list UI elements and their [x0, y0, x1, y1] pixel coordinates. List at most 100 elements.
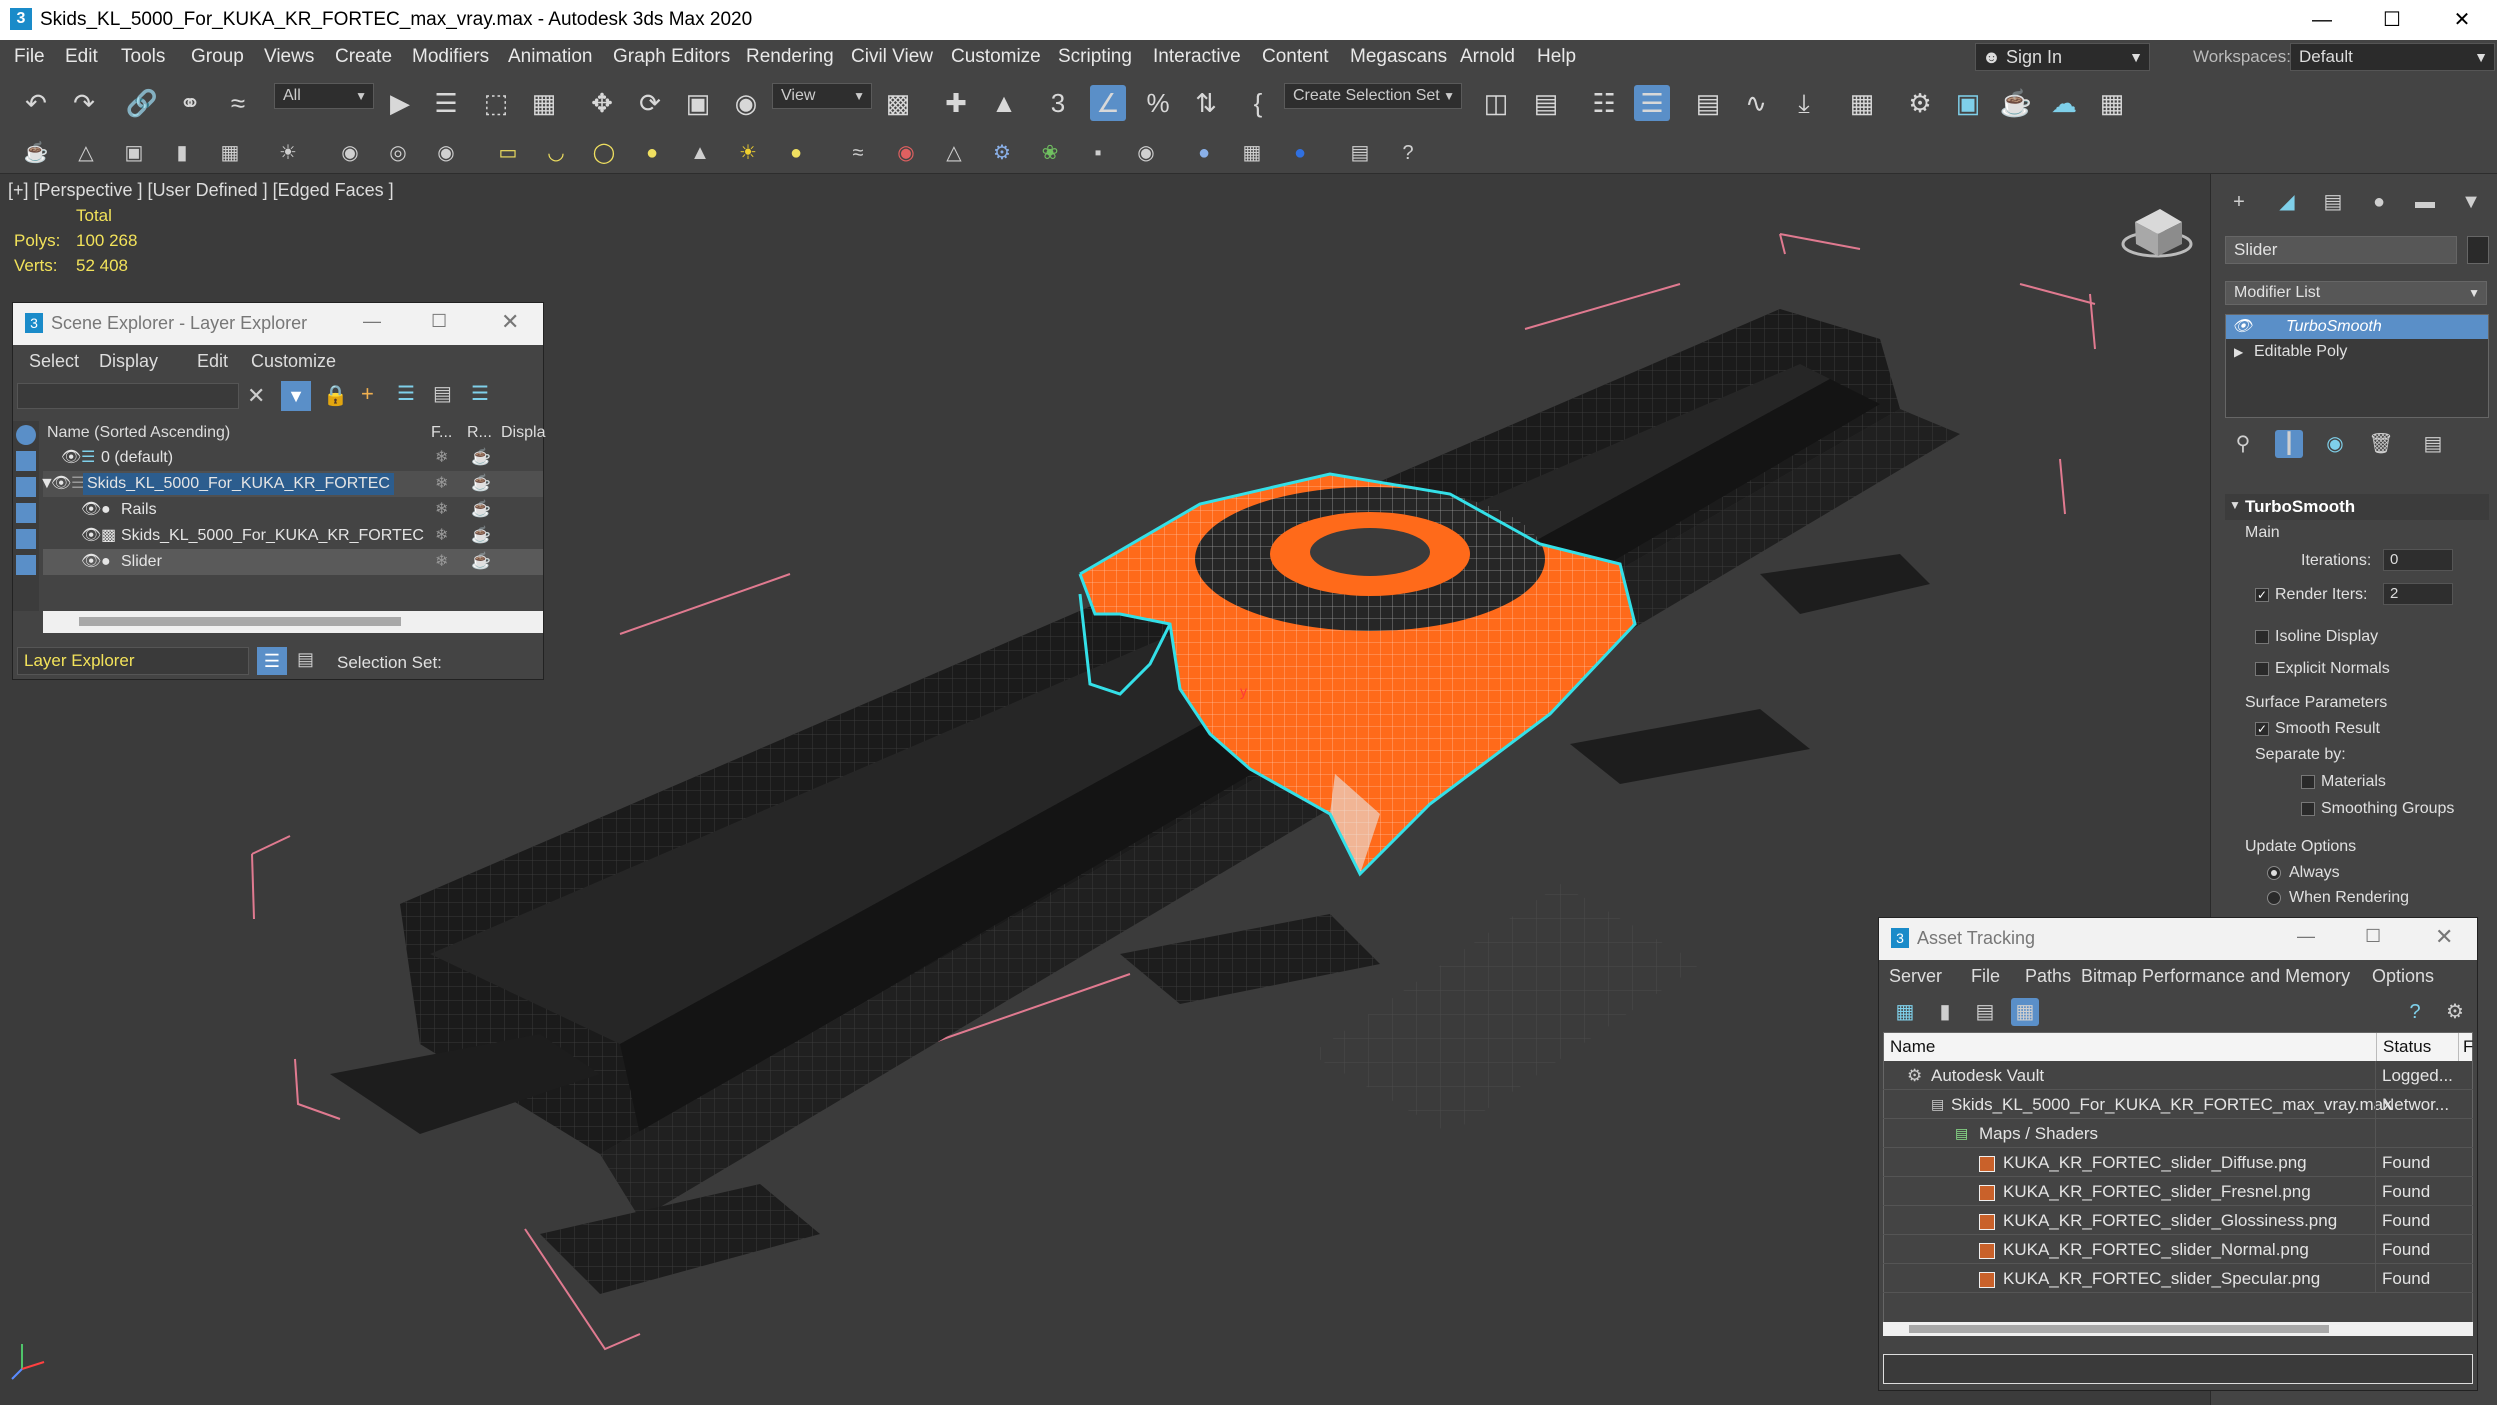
plane-icon[interactable]: △: [72, 139, 100, 167]
eye-icon[interactable]: 👁: [81, 497, 101, 523]
view-cube[interactable]: [2121, 209, 2193, 258]
proxy-icon[interactable]: ◉: [892, 139, 920, 167]
menu-modifiers[interactable]: Modifiers: [412, 46, 489, 68]
ambient-light-icon[interactable]: ●: [782, 139, 810, 167]
render-iters-checkbox[interactable]: ✓: [2255, 588, 2269, 602]
render-teapot-icon[interactable]: ☕: [471, 471, 491, 497]
materials-checkbox[interactable]: [2301, 775, 2315, 789]
freeze-icon[interactable]: ❄: [435, 549, 448, 575]
pin-stack-icon[interactable]: ⚲: [2229, 430, 2257, 458]
show-end-result-icon[interactable]: ┃: [2275, 430, 2303, 458]
create-tab-icon[interactable]: +: [2225, 188, 2253, 216]
modifier-list-dropdown[interactable]: Modifier List ▼: [2225, 281, 2487, 305]
menu-graph-editors[interactable]: Graph Editors: [613, 46, 730, 68]
cylinder-icon[interactable]: ▮: [168, 139, 196, 167]
layer-stack-icon[interactable]: ☰: [257, 647, 287, 675]
column-name[interactable]: Name: [1890, 1033, 1935, 1061]
dome-icon[interactable]: ◡: [542, 139, 570, 167]
camera-icon[interactable]: ◉: [336, 139, 364, 167]
asset-menu-file[interactable]: File: [1971, 966, 2000, 987]
display-shapes-icon[interactable]: [16, 451, 36, 471]
undo-icon[interactable]: ↶: [18, 85, 54, 121]
refresh-icon[interactable]: ▦: [1891, 998, 1919, 1026]
menu-content[interactable]: Content: [1262, 46, 1329, 68]
render-gallery-icon[interactable]: ▦: [2094, 85, 2130, 121]
unlink-icon[interactable]: ⚭: [172, 85, 208, 121]
display-helpers-icon[interactable]: [16, 529, 36, 549]
object-row-slider[interactable]: 👁 ● Slider ❄ ☕: [43, 549, 543, 575]
menu-scripting[interactable]: Scripting: [1058, 46, 1132, 68]
render-teapot-icon[interactable]: ☕: [471, 549, 491, 575]
helper-icon[interactable]: ◎: [384, 139, 412, 167]
eye-icon[interactable]: 👁: [81, 523, 101, 549]
layer-row-skids[interactable]: ▼ 👁 ☰ Skids_KL_5000_For_KUKA_KR_FORTEC ❄…: [39, 471, 543, 497]
percent-snap-icon[interactable]: %: [1140, 85, 1176, 121]
display-geometry-icon[interactable]: [16, 425, 36, 445]
stack-item-editable-poly[interactable]: ▶ Editable Poly: [2226, 340, 2488, 364]
column-freeze[interactable]: F...: [431, 424, 452, 442]
fur-icon[interactable]: ≈: [844, 139, 872, 167]
eye-icon[interactable]: 👁: [2232, 315, 2252, 339]
selection-set-dropdown[interactable]: Create Selection Set ▼: [1284, 83, 1462, 109]
object-row-skids[interactable]: 👁 ▩ Skids_KL_5000_For_KUKA_KR_FORTEC ❄ ☕: [43, 523, 543, 549]
asset-row-map[interactable]: KUKA_KR_FORTEC_slider_Diffuse.png Found: [1883, 1148, 2473, 1177]
window-crossing-icon[interactable]: ▦: [526, 85, 562, 121]
angle-snap-icon[interactable]: ∠: [1090, 85, 1126, 121]
teapot-icon[interactable]: ☕: [22, 139, 50, 167]
scrollbar-thumb[interactable]: [1909, 1325, 2329, 1333]
selection-filter-dropdown[interactable]: All ▼: [274, 83, 374, 109]
clipper-icon[interactable]: ❀: [1036, 139, 1064, 167]
workspace-dropdown[interactable]: Default ▼: [2290, 43, 2495, 71]
menu-tools[interactable]: Tools: [121, 46, 165, 68]
freeze-icon[interactable]: ❄: [435, 471, 448, 497]
maximize-button[interactable]: ☐: [2365, 926, 2381, 947]
frame-buffer-icon[interactable]: ●: [1286, 139, 1314, 167]
layer-row-default[interactable]: 👁 ☰ 0 (default) ❄ ☕: [43, 445, 543, 471]
asset-tracking-titlebar[interactable]: 3 Asset Tracking — ☐ ✕: [1879, 918, 2477, 960]
lock-icon[interactable]: 🔒: [323, 383, 348, 408]
snaps-toggle-icon[interactable]: 3: [1040, 85, 1076, 121]
render-production-icon[interactable]: ☕: [1998, 85, 2034, 121]
iterations-spinner[interactable]: 0: [2383, 549, 2453, 571]
object-color-swatch[interactable]: [2467, 236, 2489, 264]
rotate-icon[interactable]: ⟳: [632, 85, 668, 121]
asset-row-map[interactable]: KUKA_KR_FORTEC_slider_Glossiness.png Fou…: [1883, 1206, 2473, 1235]
list-view-icon[interactable]: ▮: [1931, 998, 1959, 1026]
filter-icon[interactable]: ▼: [281, 381, 311, 411]
explorer-type-dropdown[interactable]: Layer Explorer: [17, 647, 249, 675]
scrollbar-thumb[interactable]: [79, 617, 401, 626]
hierarchy-tab-icon[interactable]: ▤: [2319, 188, 2347, 216]
column-display[interactable]: Displa: [501, 424, 545, 442]
move-icon[interactable]: ✥: [584, 85, 620, 121]
asset-row-map[interactable]: KUKA_KR_FORTEC_slider_Specular.png Found: [1883, 1264, 2473, 1293]
menu-group[interactable]: Group: [191, 46, 244, 68]
eye-icon[interactable]: 👁: [81, 549, 101, 575]
smoothing-groups-checkbox[interactable]: [2301, 802, 2315, 816]
scene-menu-customize[interactable]: Customize: [251, 351, 336, 372]
menu-civil-view[interactable]: Civil View: [851, 46, 933, 68]
light-icon[interactable]: ☀: [274, 139, 302, 167]
selection-set-icon[interactable]: ▤: [297, 649, 314, 670]
spacewarp-icon[interactable]: ◉: [432, 139, 460, 167]
layer-stack-icon[interactable]: ☰: [397, 381, 415, 406]
align-icon[interactable]: ▤: [1528, 85, 1564, 121]
rectangle-icon[interactable]: ▭: [494, 139, 522, 167]
maximize-button[interactable]: ☐: [431, 311, 447, 332]
mesh-light-icon[interactable]: ●: [638, 139, 666, 167]
sun-icon[interactable]: ☀: [734, 139, 762, 167]
display-lights-icon[interactable]: [16, 477, 36, 497]
smooth-result-checkbox[interactable]: ✓: [2255, 722, 2269, 736]
eye-icon[interactable]: 👁: [61, 445, 81, 471]
always-radio[interactable]: [2267, 866, 2281, 880]
remove-modifier-icon[interactable]: 🗑: [2367, 430, 2395, 458]
scene-menu-edit[interactable]: Edit: [197, 351, 228, 372]
pivot-center-icon[interactable]: ▩: [880, 85, 916, 121]
asset-menu-options[interactable]: Options: [2372, 966, 2434, 987]
close-button[interactable]: ✕: [501, 309, 519, 335]
asset-path-field[interactable]: [1883, 1354, 2473, 1384]
select-by-name-icon[interactable]: ☰: [428, 85, 464, 121]
render-iters-spinner[interactable]: 2: [2383, 583, 2453, 605]
edit-named-selection-icon[interactable]: {: [1240, 85, 1276, 121]
display-cameras-icon[interactable]: [16, 503, 36, 523]
volume-grid-icon[interactable]: ⚙: [988, 139, 1016, 167]
